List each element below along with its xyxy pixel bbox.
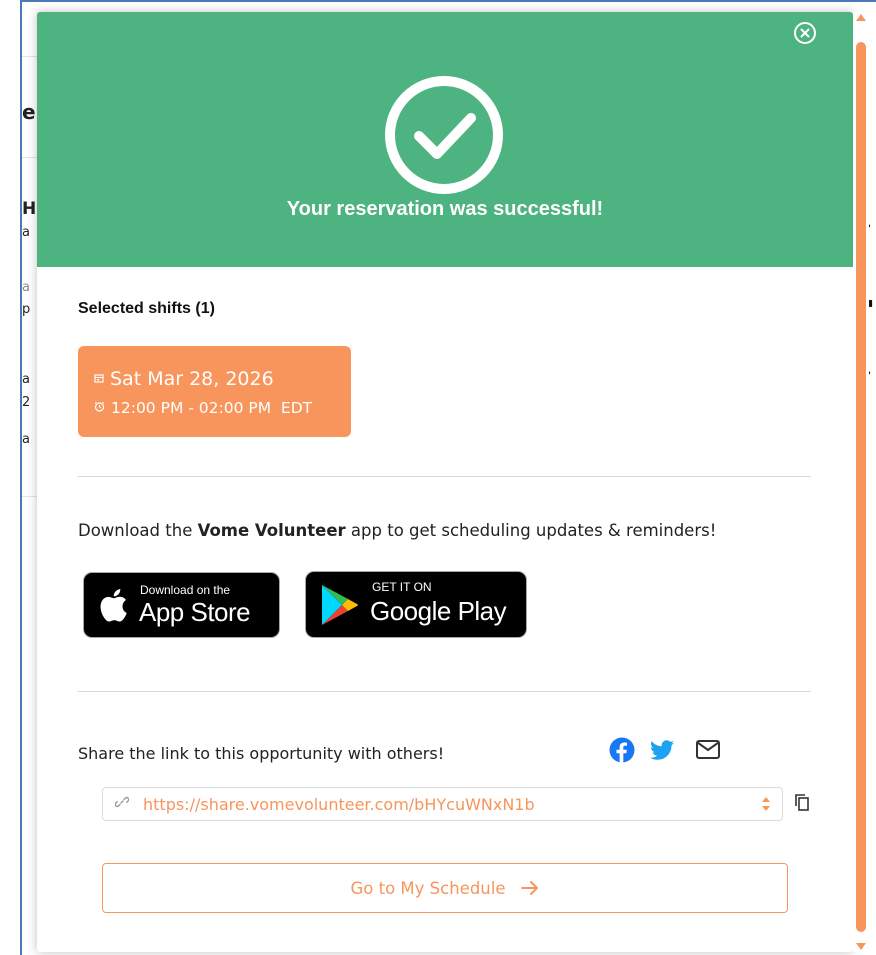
bg-text-fragment: a: [22, 432, 30, 447]
shift-time: 12:00 PM - 02:00 PM EDT: [111, 399, 313, 417]
bg-text-fragment: p: [22, 302, 31, 317]
bg-text-fragment: 2: [22, 395, 31, 410]
go-to-my-schedule-button[interactable]: Go to My Schedule: [102, 863, 788, 913]
copy-icon[interactable]: [793, 792, 811, 812]
twitter-icon[interactable]: [649, 737, 675, 763]
close-x-glyph: [800, 28, 810, 38]
shift-time-row: 12:00 PM - 02:00 PM EDT: [94, 399, 312, 417]
download-suffix: app to get scheduling updates & reminder…: [345, 521, 717, 540]
download-prefix: Download the: [78, 521, 198, 540]
app-store-button[interactable]: Download on the App Store: [83, 572, 280, 638]
scrollbar[interactable]: [853, 12, 869, 952]
facebook-icon[interactable]: [609, 737, 635, 763]
google-play-button[interactable]: GET IT ON Google Play: [305, 571, 527, 638]
modal-header: Your reservation was successful!: [37, 12, 853, 267]
scroll-down-arrow-icon[interactable]: [856, 943, 866, 950]
share-label: Share the link to this opportunity with …: [78, 744, 445, 763]
apple-icon: [100, 589, 127, 622]
bg-text-fragment: a: [22, 280, 30, 295]
app-name: Vome Volunteer: [197, 521, 346, 540]
bg-text-fragment: H: [22, 199, 36, 219]
scrollbar-thumb[interactable]: [856, 42, 866, 932]
share-link-url: https://share.vomevolunteer.com/bHYcuWNx…: [143, 795, 535, 814]
checkmark-glyph: [414, 113, 476, 159]
reservation-success-modal: Your reservation was successful! Selecte…: [37, 12, 853, 952]
google-play-icon: [322, 585, 358, 625]
appstore-big-text: App Store: [139, 597, 251, 627]
check-circle-icon: [385, 76, 503, 194]
selected-shifts-label: Selected shifts (1): [78, 300, 215, 317]
stepper-icon[interactable]: [760, 794, 772, 814]
divider: [78, 691, 811, 692]
bg-heading-fragment: e: [22, 100, 36, 124]
calendar-icon: [94, 373, 104, 386]
shift-card: Sat Mar 28, 2026 12:00 PM - 02:00 PM EDT: [78, 346, 351, 437]
link-icon: [114, 795, 130, 813]
go-to-my-schedule-label: Go to My Schedule: [350, 878, 506, 898]
share-link-field[interactable]: https://share.vomevolunteer.com/bHYcuWNx…: [102, 787, 783, 821]
bg-text-fragment: a: [22, 225, 30, 240]
bg-text-fragment: a: [22, 372, 30, 387]
scroll-up-arrow-icon[interactable]: [856, 14, 866, 21]
googleplay-small-text: GET IT ON: [372, 580, 432, 594]
alarm-clock-icon: [94, 401, 105, 415]
download-app-text: Download the Vome Volunteer app to get s…: [78, 521, 716, 540]
appstore-small-text: Download on the: [140, 583, 231, 597]
shift-date: Sat Mar 28, 2026: [110, 368, 274, 390]
shift-date-row: Sat Mar 28, 2026: [94, 368, 274, 390]
success-title: Your reservation was successful!: [286, 198, 604, 220]
close-icon[interactable]: [794, 22, 816, 44]
divider: [78, 476, 811, 477]
arrow-right-icon: [520, 881, 538, 895]
mail-icon[interactable]: [695, 739, 721, 761]
googleplay-big-text: Google Play: [370, 596, 507, 626]
